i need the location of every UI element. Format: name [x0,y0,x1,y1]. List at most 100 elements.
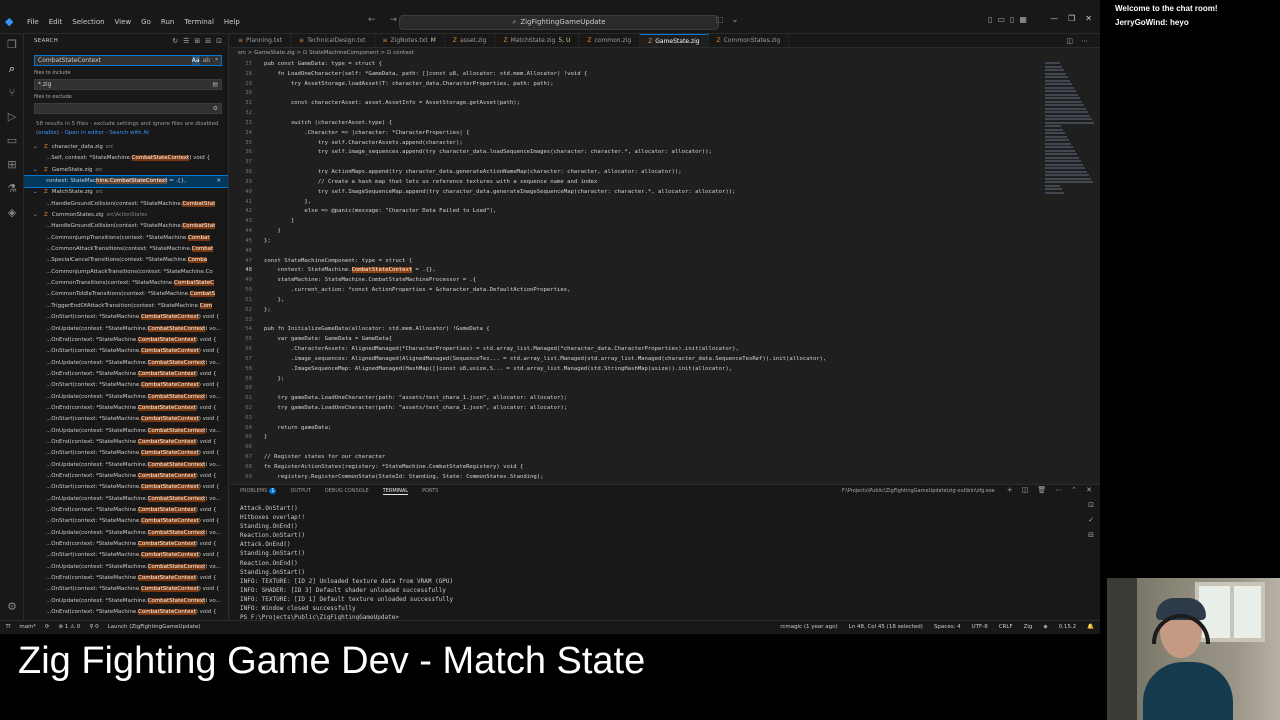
minimap[interactable] [1045,62,1095,202]
result-match[interactable]: ...SpecialCancelTransitions(context: *St… [24,255,228,266]
result-match[interactable]: ...CommonToIdleTransitions(context: *Sta… [24,289,228,300]
status-ports[interactable]: ⚲ 0 [89,621,98,634]
result-match[interactable]: ...OnStart(context: *StateMachine.Combat… [24,414,228,425]
minimize-icon[interactable]: — [1050,14,1058,23]
status-position[interactable]: Ln 48, Col 45 (18 selected) [849,621,923,634]
refresh-icon[interactable]: ↻ [172,37,178,45]
explorer-icon[interactable]: ❐ [5,38,19,52]
result-match[interactable]: ...CommonJumpAttackTransitions(context: … [24,267,228,278]
code-view[interactable]: 27 pub const GameData: type = struct {28 … [230,60,1040,483]
terminal-trash-icon[interactable]: ⊟ [1088,531,1094,539]
result-match[interactable]: ...OnUpdate(context: *StateMachine.Comba… [24,596,228,607]
menu-item-run[interactable]: Run [156,15,179,29]
copilot-status-icon[interactable]: ◈ [1043,621,1047,634]
new-search-editor-icon[interactable]: ⊞ [194,37,200,45]
chevron-down-icon[interactable]: ⌄ [33,165,38,176]
new-terminal-icon[interactable]: + [1007,486,1013,494]
status-launch[interactable]: Launch (ZigFightingGameUpdate) [108,621,201,634]
back-arrow-icon[interactable]: ← [368,15,376,25]
chevron-down-icon[interactable]: ⌄ [33,210,38,221]
chevron-down-icon[interactable]: ⌄ [33,187,38,198]
status-sync[interactable]: ⟳ [45,621,50,634]
collapse-all-icon[interactable]: ⊟ [205,37,211,45]
result-file[interactable]: ⌄ Zcharacter_data.zig src [24,142,228,153]
close-panel-icon[interactable]: ✕ [1086,486,1092,494]
result-match[interactable]: ...HandleGroundCollision(context: *State… [24,199,228,210]
editor-tab[interactable]: ≡ TechnicalDesign.txt [291,34,375,47]
result-match[interactable]: ...OnUpdate(context: *StateMachine.Comba… [24,324,228,335]
forward-arrow-icon[interactable]: → [390,15,398,25]
result-match[interactable]: ...OnStart(context: *StateMachine.Combat… [24,312,228,323]
use-exclude-settings-icon[interactable]: ⚙ [213,104,218,113]
result-file[interactable]: ⌄ Z CommonStates.zig src\ActionStates [24,210,228,221]
regex-icon[interactable]: .* [213,56,218,65]
match-whole-word-icon[interactable]: ab [203,56,211,65]
settings-gear-icon[interactable]: ⚙ [5,600,19,614]
more-actions-icon[interactable]: ⋯ [1055,486,1062,494]
terminal-check-icon[interactable]: ✓ [1088,516,1094,524]
status-language[interactable]: Zig [1024,621,1033,634]
result-match[interactable]: ...OnUpdate(context: *StateMachine.Comba… [24,562,228,573]
terminal-powershell-icon[interactable]: ⊡ [1088,501,1094,509]
maximize-panel-icon[interactable]: ⌃ [1071,486,1077,494]
chevron-down-icon[interactable]: ⌄ [732,15,739,24]
status-blame[interactable]: rcmagic (1 year ago) [780,621,837,634]
editor-tab[interactable]: Z GameState.zig [640,34,709,47]
editor-tab[interactable]: Z MatchState.zig 5, U [495,34,580,47]
menu-item-file[interactable]: File [22,15,44,29]
status-eol[interactable]: CRLF [999,621,1013,634]
chevron-down-icon[interactable]: ⌄ [33,142,38,153]
result-match[interactable]: ...OnStart(context: *StateMachine.Combat… [24,380,228,391]
result-match[interactable]: ...Self, context: *StateMachine.CombatSt… [24,153,228,164]
result-match[interactable]: ...OnStart(context: *StateMachine.Combat… [24,482,228,493]
open-in-editor-link[interactable]: Open in editor [64,130,103,136]
result-match[interactable]: context: StateMachine.CombatStateContext… [24,175,228,189]
result-match[interactable]: ...OnEnd(context: *StateMachine.CombatSt… [24,335,228,346]
expand-all-icon[interactable]: ⊡ [216,37,222,45]
split-terminal-icon[interactable]: ◫ [1022,486,1029,494]
menu-item-go[interactable]: Go [136,15,156,29]
result-match[interactable]: ...OnStart(context: *StateMachine.Combat… [24,516,228,527]
result-match[interactable]: ...OnEnd(context: *StateMachine.CombatSt… [24,505,228,516]
result-match[interactable]: ...OnEnd(context: *StateMachine.CombatSt… [24,369,228,380]
editor-tab[interactable]: Zasset.zig [445,34,496,47]
result-match[interactable]: ...OnEnd(context: *StateMachine.CombatSt… [24,607,228,618]
more-actions-icon[interactable]: ⋯ [1081,37,1088,45]
panel-tab-output[interactable]: OUTPUT [290,488,310,495]
search-icon[interactable]: ⌕ [5,62,19,76]
result-match[interactable]: ...OnUpdate(context: *StateMachine.Comba… [24,460,228,471]
customize-layout-icon[interactable]: ▦ [1019,15,1027,24]
panel-tab-debug-console[interactable]: DEBUG CONSOLE [325,488,369,495]
remote-explorer-icon[interactable]: ▭ [5,134,19,148]
editor-tab[interactable]: ≡ ZigNotes.txt M [375,34,445,47]
panel-tab-ports[interactable]: PORTS [422,488,438,495]
exclude-input[interactable]: ⚙ [34,103,222,114]
copilot-icon[interactable]: ⬚ [716,15,724,24]
result-match[interactable]: ...OnUpdate(context: *StateMachine.Comba… [24,358,228,369]
include-input[interactable]: *.zig ▤ [34,79,222,90]
breadcrumb[interactable]: src > GameState.zig > ⊡ StateMachineComp… [238,50,414,56]
status-version[interactable]: 0.15.2 [1059,621,1077,634]
extensions-icon[interactable]: ⊞ [5,158,19,172]
menu-item-terminal[interactable]: Terminal [179,15,219,29]
result-match[interactable]: ...CommonTransitions(context: *StateMach… [24,278,228,289]
panel-tab-problems[interactable]: PROBLEMS 1 [240,488,277,495]
result-match[interactable]: ...TriggerEndOfAttackTransition(context:… [24,301,228,312]
open-editors-toggle-icon[interactable]: ▤ [212,80,218,89]
result-match[interactable]: ...OnEnd(context: *StateMachine.CombatSt… [24,539,228,550]
result-match[interactable]: ...OnUpdate(context: *StateMachine.Comba… [24,392,228,403]
close-icon[interactable]: ✕ [1085,14,1092,23]
search-input[interactable]: CombatStateContext Aa ab .* [34,55,222,66]
toggle-panel-icon[interactable]: ▭ [997,15,1005,24]
result-match[interactable]: ...OnStart(context: *StateMachine.Combat… [24,550,228,561]
status-spaces[interactable]: Spaces: 4 [934,621,961,634]
terminal-output[interactable]: Attack.OnStart() Hitboxes overlap!! Standi… [240,504,1080,622]
result-match[interactable]: ...CommonAttackTransitions(context: *Sta… [24,244,228,255]
split-editor-icon[interactable]: ◫ [1066,37,1073,45]
search-with-ai-link[interactable]: Search with AI [109,130,148,136]
result-match[interactable]: ...OnEnd(context: *StateMachine.CombatSt… [24,471,228,482]
editor-tab[interactable]: Zcommon.zig [579,34,641,47]
result-match[interactable]: ...OnUpdate(context: *StateMachine.Comba… [24,528,228,539]
result-match[interactable]: ...OnEnd(context: *StateMachine.CombatSt… [24,437,228,448]
result-file[interactable]: ⌄ Z GameState.zig src [24,165,228,176]
